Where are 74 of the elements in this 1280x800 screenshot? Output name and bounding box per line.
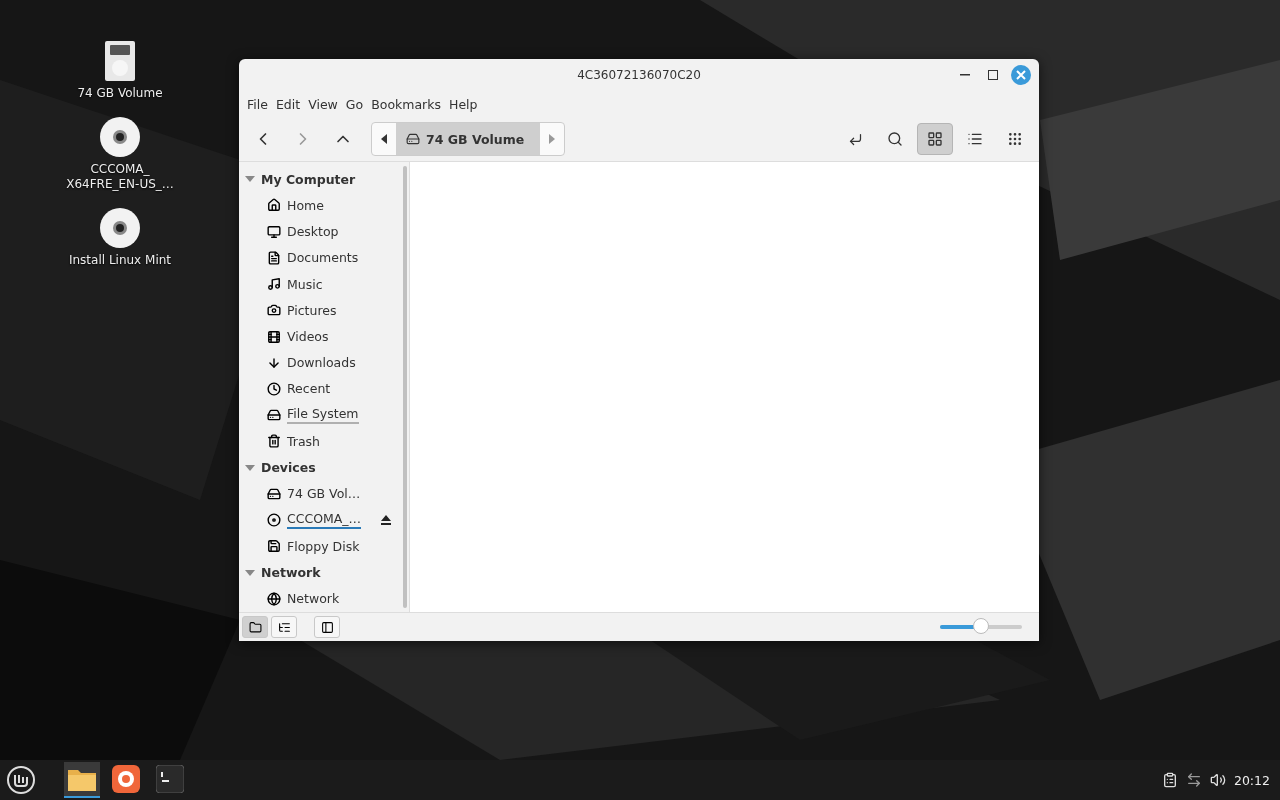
monitor-icon bbox=[267, 224, 281, 239]
files-taskbar-button[interactable] bbox=[64, 762, 100, 798]
expander-icon[interactable] bbox=[245, 569, 255, 576]
clock: 20:12 bbox=[1233, 772, 1270, 788]
return-arrow-icon bbox=[847, 131, 863, 147]
home-icon bbox=[267, 198, 281, 213]
window-title: 4C36072136070C20 bbox=[577, 68, 701, 82]
disc-icon bbox=[267, 513, 281, 528]
sidebar-heading: Devices bbox=[261, 460, 316, 476]
panel-icon bbox=[320, 620, 334, 634]
sidebar-item[interactable]: Desktop bbox=[287, 224, 339, 240]
sidebar-item[interactable]: Videos bbox=[287, 329, 329, 344]
trash-icon bbox=[267, 434, 281, 449]
list-icon bbox=[967, 131, 983, 147]
camera-icon bbox=[267, 303, 281, 318]
grid-icon bbox=[927, 131, 943, 147]
sidebar-item[interactable]: Documents bbox=[287, 250, 359, 266]
search-icon bbox=[887, 131, 903, 147]
expander-icon[interactable] bbox=[245, 176, 255, 183]
sidebar-item[interactable]: Trash bbox=[287, 433, 321, 449]
desktop-icon-label[interactable]: Install Linux Mint bbox=[68, 252, 172, 269]
right-triangle-icon bbox=[549, 134, 556, 144]
sidebar-item[interactable]: CCCOMA_… bbox=[287, 511, 362, 527]
close-icon bbox=[1016, 70, 1026, 80]
volume-icon[interactable] bbox=[1209, 772, 1226, 788]
notes-icon[interactable] bbox=[1161, 772, 1178, 788]
music-icon bbox=[267, 277, 281, 292]
menu-item[interactable]: Help bbox=[445, 96, 482, 112]
sidebar-item[interactable]: Pictures bbox=[287, 302, 337, 318]
path-button[interactable]: 74 GB Volume bbox=[396, 123, 541, 155]
drive-icon bbox=[267, 408, 281, 423]
sidebar-item[interactable]: Home bbox=[287, 197, 324, 213]
down-arrow-icon bbox=[267, 355, 281, 370]
clock-icon bbox=[267, 382, 281, 396]
drive-icon bbox=[104, 40, 136, 82]
close-button[interactable] bbox=[1011, 65, 1031, 85]
folder-icon bbox=[248, 620, 262, 634]
sidebar-toggle-button[interactable] bbox=[314, 616, 340, 638]
document-icon bbox=[267, 250, 281, 265]
globe-icon bbox=[267, 591, 281, 606]
sidebar-item[interactable]: Downloads bbox=[287, 355, 356, 371]
menu-item[interactable]: File bbox=[243, 96, 272, 112]
eject-icon[interactable] bbox=[381, 515, 392, 526]
sidebar-item[interactable]: Network bbox=[287, 591, 340, 607]
desktop-icon-label[interactable]: 74 GB Volume bbox=[77, 86, 163, 102]
sidebar-item[interactable]: Floppy Disk bbox=[287, 538, 360, 554]
drive-icon bbox=[267, 486, 281, 501]
sidebar-heading: My Computer bbox=[261, 171, 356, 187]
menu-item[interactable]: Bookmarks bbox=[367, 96, 445, 112]
tree-icon bbox=[277, 620, 291, 634]
disc-icon bbox=[99, 206, 141, 249]
left-triangle-icon bbox=[381, 134, 387, 144]
drive-icon bbox=[406, 132, 420, 146]
floppy-icon bbox=[267, 539, 281, 554]
menu-logo-icon[interactable] bbox=[6, 765, 36, 795]
menu-item[interactable]: Go bbox=[341, 96, 368, 112]
menu-item[interactable]: Edit bbox=[271, 96, 305, 112]
places-pane-button[interactable] bbox=[242, 616, 268, 638]
sidebar-item[interactable]: Music bbox=[287, 276, 323, 292]
compact-grid-icon bbox=[1007, 131, 1023, 147]
disc-icon bbox=[99, 115, 141, 158]
minimize-icon bbox=[960, 74, 970, 76]
film-icon bbox=[267, 329, 281, 344]
sidebar-item[interactable]: 74 GB Vol… bbox=[287, 486, 361, 502]
menu-item[interactable]: View bbox=[304, 96, 342, 112]
sidebar-item[interactable]: File System bbox=[287, 406, 359, 422]
sidebar-heading: Network bbox=[261, 565, 321, 581]
maximize-icon bbox=[988, 70, 998, 80]
tree-pane-button[interactable] bbox=[271, 616, 297, 638]
expander-icon[interactable] bbox=[245, 464, 255, 471]
desktop-icon-label[interactable]: CCCOMA_ X64FRE_EN-US_… bbox=[66, 161, 174, 193]
icons-view-button[interactable] bbox=[917, 123, 953, 155]
network-icon[interactable] bbox=[1185, 772, 1202, 788]
sidebar-item[interactable]: Recent bbox=[287, 381, 331, 397]
